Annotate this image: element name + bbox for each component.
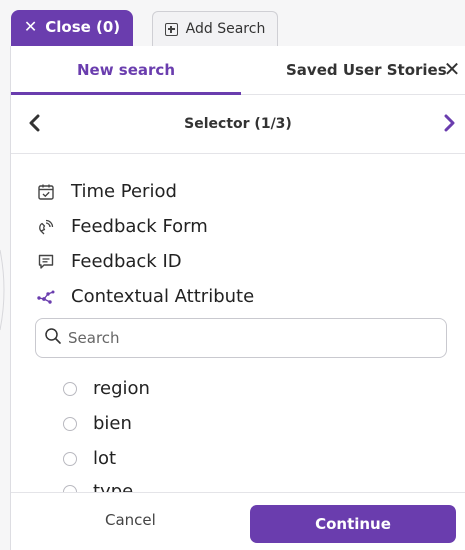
selector-title: Selector (1/3) bbox=[184, 116, 292, 132]
network-nodes-icon bbox=[35, 286, 57, 308]
option-feedback-id[interactable]: Feedback ID bbox=[35, 244, 254, 279]
option-contextual-attribute[interactable]: Contextual Attribute bbox=[35, 279, 254, 314]
search-input[interactable] bbox=[66, 328, 430, 348]
search-icon bbox=[44, 327, 62, 349]
radio-label: lot bbox=[93, 448, 117, 469]
close-tab-button[interactable]: ✕ Close (0) bbox=[11, 10, 133, 46]
page: ✕ Close (0) Add Search New search Saved … bbox=[0, 0, 465, 550]
tab-saved-user-stories[interactable]: Saved User Stories bbox=[286, 46, 447, 94]
radio-option-bien[interactable]: bien bbox=[63, 406, 150, 441]
panel-footer: Cancel Continue bbox=[11, 492, 465, 550]
feedback-form-icon bbox=[35, 216, 57, 238]
add-search-label: Add Search bbox=[185, 21, 266, 37]
option-label: Feedback Form bbox=[71, 216, 208, 237]
close-icon: ✕ bbox=[23, 17, 38, 36]
close-tab-label: Close (0) bbox=[45, 18, 121, 36]
radio-label: region bbox=[93, 378, 150, 399]
radio-label: bien bbox=[93, 413, 132, 434]
continue-button[interactable]: Continue bbox=[250, 505, 456, 543]
chevron-left-icon[interactable] bbox=[25, 113, 45, 133]
radio-button[interactable] bbox=[63, 451, 77, 466]
message-lines-icon bbox=[35, 251, 57, 273]
panel-close-icon[interactable]: ✕ bbox=[441, 57, 463, 81]
radio-option-type[interactable]: type bbox=[63, 476, 263, 492]
calendar-check-icon bbox=[35, 181, 57, 203]
radio-button[interactable] bbox=[63, 484, 77, 492]
radio-option-region[interactable]: region bbox=[63, 371, 150, 406]
option-label: Feedback ID bbox=[71, 251, 182, 272]
option-feedback-form[interactable]: Feedback Form bbox=[35, 209, 254, 244]
radio-label: type bbox=[93, 481, 134, 492]
radio-option-lot[interactable]: lot bbox=[63, 441, 150, 476]
cancel-button[interactable]: Cancel bbox=[105, 511, 156, 529]
selector-options: Time Period Feedback Form Feedback ID Co… bbox=[35, 174, 254, 314]
tab-new-search-label: New search bbox=[77, 61, 175, 79]
radio-list-overflow: type bbox=[63, 476, 263, 492]
plus-square-icon bbox=[164, 22, 178, 36]
chevron-right-icon[interactable] bbox=[439, 113, 459, 133]
attribute-search-box bbox=[35, 318, 447, 358]
add-search-tab-button[interactable]: Add Search bbox=[152, 11, 278, 46]
attribute-radio-list: region bien lot bbox=[63, 371, 150, 476]
option-label: Time Period bbox=[71, 181, 177, 202]
panel-tabs: New search Saved User Stories ✕ bbox=[11, 46, 465, 95]
search-panel: New search Saved User Stories ✕ Selector… bbox=[10, 46, 465, 550]
option-time-period[interactable]: Time Period bbox=[35, 174, 254, 209]
tab-saved-user-stories-label: Saved User Stories bbox=[286, 61, 447, 79]
option-label: Contextual Attribute bbox=[71, 286, 255, 307]
tab-new-search[interactable]: New search bbox=[11, 46, 241, 94]
selector-header: Selector (1/3) bbox=[11, 95, 465, 154]
radio-button[interactable] bbox=[63, 381, 77, 396]
radio-button[interactable] bbox=[63, 416, 77, 431]
